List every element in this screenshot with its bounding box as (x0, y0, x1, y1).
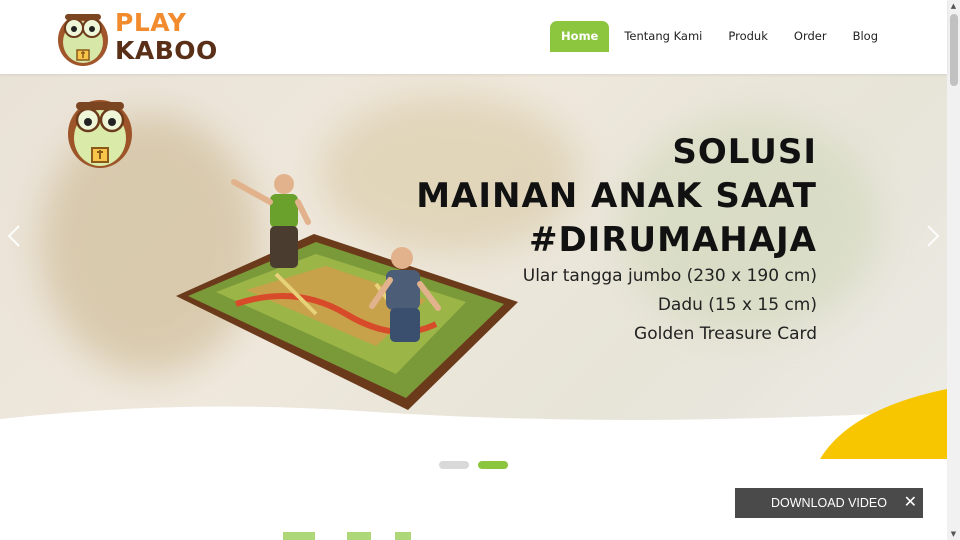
hero-wave-shape (0, 389, 947, 459)
scroll-up-icon[interactable]: ▲ (947, 0, 960, 12)
scroll-down-icon[interactable]: ▼ (947, 528, 960, 540)
slider-prev-button[interactable] (4, 224, 24, 252)
scroll-thumb[interactable] (950, 14, 958, 86)
close-icon[interactable]: ✕ (904, 488, 917, 518)
logo-text-play: PLAY (115, 8, 187, 37)
slider-next-button[interactable] (923, 224, 943, 252)
nav-home[interactable]: Home (550, 21, 610, 52)
slider-pagination (439, 461, 508, 469)
chevron-right-icon (927, 225, 940, 247)
main-nav: Home Tentang Kami Produk Order Blog (546, 21, 889, 52)
nav-tentang-kami[interactable]: Tentang Kami (613, 21, 713, 52)
hero-slider: SOLUSI MAINAN ANAK SAAT #DIRUMAHAJA Ular… (0, 74, 947, 459)
slider-dot-1[interactable] (439, 461, 469, 469)
turtle-mascot-icon (58, 14, 108, 66)
nav-produk[interactable]: Produk (717, 21, 779, 52)
slider-dot-2[interactable] (478, 461, 508, 469)
chevron-left-icon (7, 225, 20, 247)
hero-title-line2: MAINAN ANAK SAAT (416, 176, 817, 216)
logo-text-kaboo: KABOO (115, 36, 218, 65)
hero-title-line1: SOLUSI (672, 132, 817, 172)
download-video-bar[interactable]: DOWNLOAD VIDEO ✕ (735, 488, 923, 518)
hero-title-line3: #DIRUMAHAJA (528, 220, 817, 260)
hero-subtitle-line2: Dadu (15 x 15 cm) (657, 295, 817, 315)
site-header: PLAY KABOO Home Tentang Kami Produk Orde… (0, 0, 947, 74)
download-video-label: DOWNLOAD VIDEO (771, 496, 887, 510)
hero-subtitle-line3: Golden Treasure Card (634, 324, 817, 344)
nav-blog[interactable]: Blog (842, 21, 889, 52)
hero-subtitle-line1: Ular tangga jumbo (230 x 190 cm) (522, 266, 817, 286)
turtle-mascot-icon (68, 100, 132, 168)
section-heading-partial (283, 532, 443, 540)
playkaboo-logo[interactable]: PLAY KABOO (55, 6, 218, 68)
nav-order[interactable]: Order (783, 21, 838, 52)
page-scrollbar[interactable]: ▲ ▼ (947, 0, 960, 540)
